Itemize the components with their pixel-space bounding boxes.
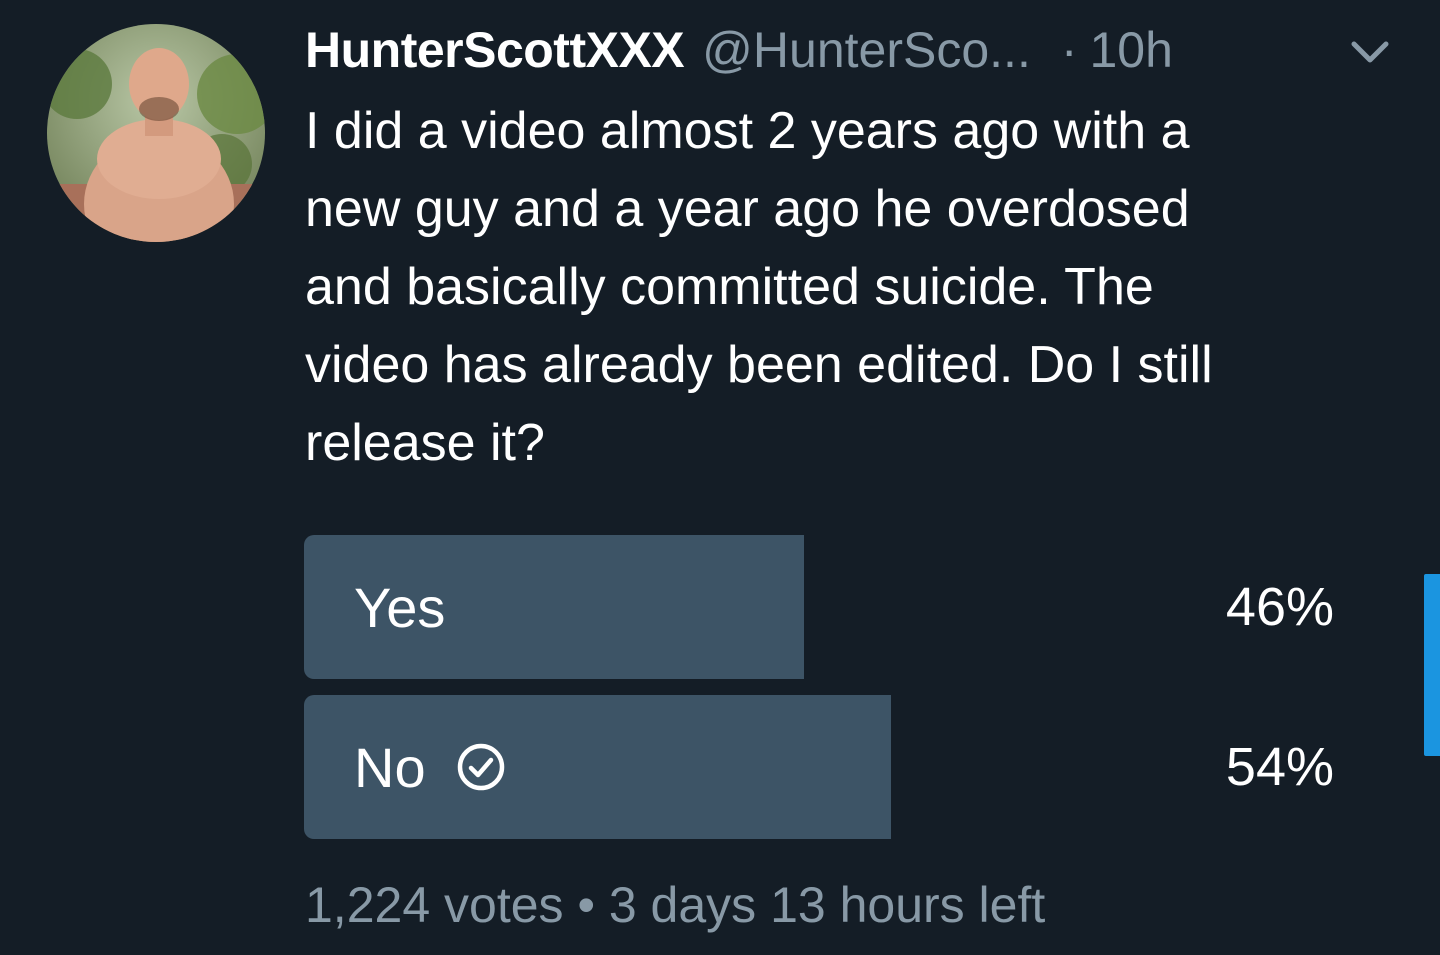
scrollbar-thumb[interactable] — [1424, 574, 1440, 756]
poll-meta: 1,224 votes • 3 days 13 hours left — [305, 872, 1045, 938]
poll-option-percent: 46% — [1225, 577, 1334, 637]
poll-meta-separator: • — [577, 877, 595, 933]
display-name[interactable]: HunterScottXXX — [305, 18, 685, 82]
tweet: HunterScottXXX @HunterSco... · 10h I did… — [0, 0, 1440, 955]
tweet-header: HunterScottXXX @HunterSco... · 10h — [305, 18, 1173, 82]
chevron-down-icon[interactable] — [1348, 34, 1392, 70]
avatar[interactable] — [47, 24, 265, 242]
timestamp[interactable]: 10h — [1090, 18, 1173, 82]
poll-time-left: 3 days 13 hours left — [608, 877, 1046, 933]
poll-option-label: No — [354, 695, 506, 839]
poll-option-text: Yes — [354, 575, 446, 639]
header-separator: · — [1060, 22, 1078, 78]
profile-photo — [47, 24, 265, 242]
poll-vote-count: 1,224 votes — [305, 877, 564, 933]
poll-option-text: No — [354, 735, 426, 799]
poll-option-label: Yes — [354, 535, 445, 679]
poll-option-percent: 54% — [1225, 737, 1334, 797]
user-handle[interactable]: @HunterSco... — [702, 18, 1031, 82]
check-circle-icon — [457, 743, 504, 791]
poll-option-no[interactable]: No 54% — [304, 695, 1344, 839]
tweet-text: I did a video almost 2 years ago with a … — [305, 102, 1213, 472]
poll-option-yes[interactable]: Yes 46% — [304, 535, 1344, 679]
